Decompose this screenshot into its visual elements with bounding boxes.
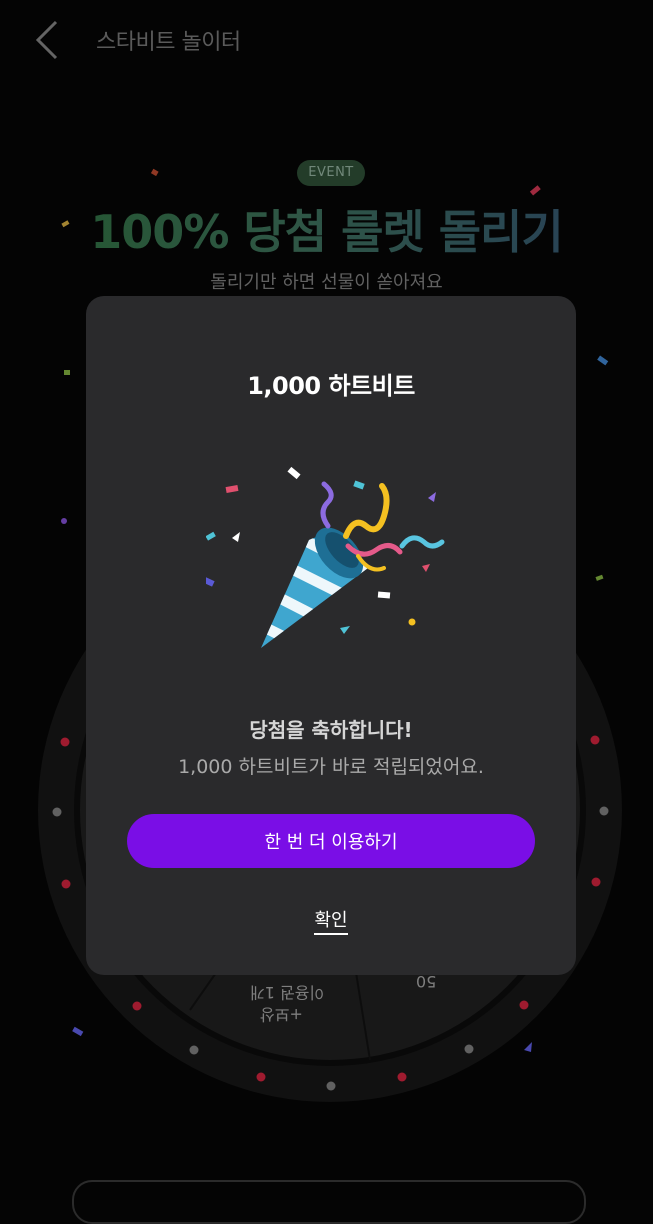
retry-button[interactable]: 한 번 더 이용하기 xyxy=(127,814,535,868)
party-popper-icon xyxy=(199,456,466,666)
confirm-button[interactable]: 확인 xyxy=(314,910,348,935)
confirm-row: 확인 xyxy=(86,906,576,935)
reward-modal: 1,000 하트비트 당첨을 축하합니다! 1,000 하트비트가 바로 적립되… xyxy=(86,296,576,975)
congrats-title: 당첨을 축하합니다! xyxy=(249,718,413,742)
reward-amount: 1,000 하트비트 xyxy=(247,372,415,400)
congrats-message: 1,000 하트비트가 바로 적립되었어요. xyxy=(178,756,484,778)
bottom-bar-edge xyxy=(72,1180,586,1224)
